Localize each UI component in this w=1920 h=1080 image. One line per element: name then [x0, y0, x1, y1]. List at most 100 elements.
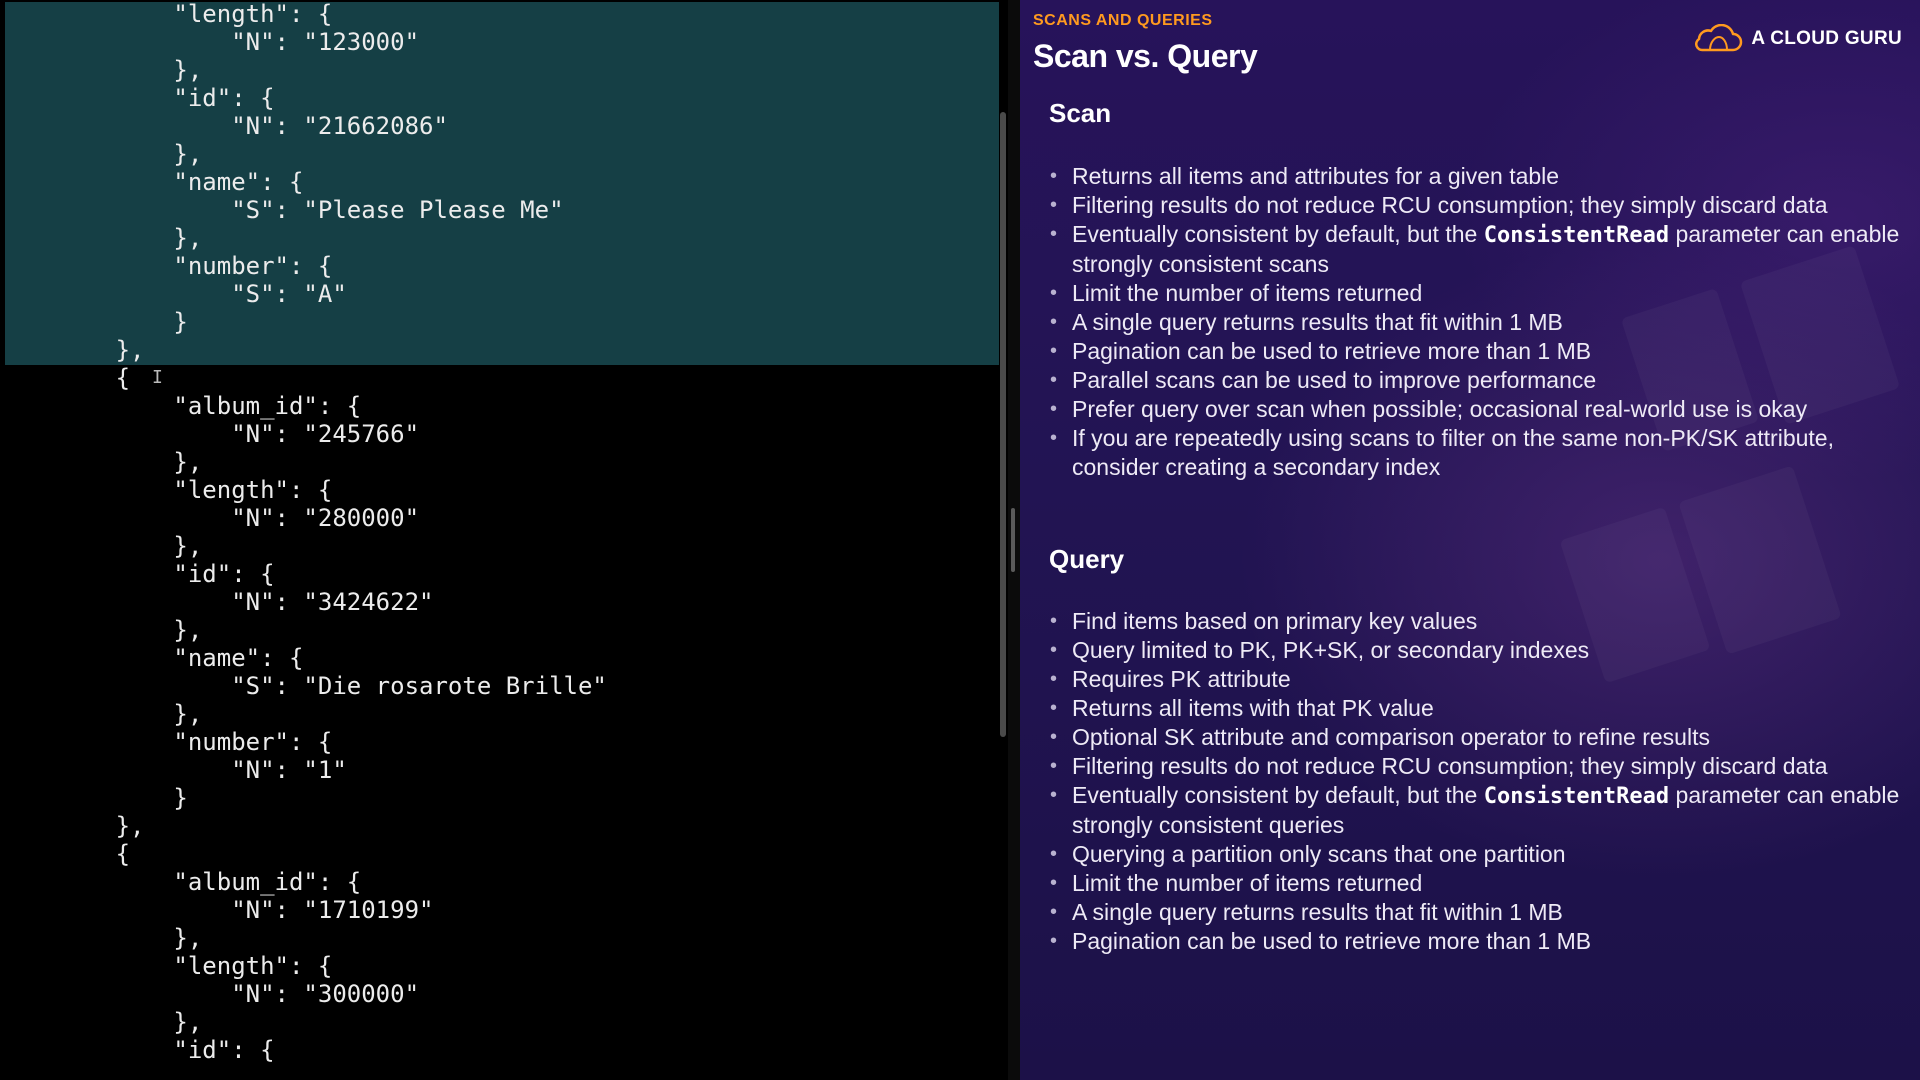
terminal-line: }, — [0, 1008, 203, 1036]
terminal-line: { — [0, 364, 131, 392]
bullet-icon: • — [1050, 610, 1058, 632]
terminal-line: "N": "123000" — [0, 28, 420, 56]
terminal-line: } — [0, 784, 188, 812]
terminal-line: "id": { — [0, 84, 275, 112]
scan-bullet-list: • Returns all items and attributes for a … — [1050, 162, 1912, 482]
bullet-text: Eventually consistent by default, but th… — [1072, 221, 1484, 247]
bullet-icon: • — [1050, 930, 1058, 952]
terminal-line: "N": "300000" — [0, 980, 420, 1008]
bullet-icon: • — [1050, 697, 1058, 719]
bullet-text: Querying a partition only scans that one… — [1072, 841, 1566, 867]
terminal-line: "id": { — [0, 1036, 275, 1064]
terminal-line: }, — [0, 336, 145, 364]
bullet-text: Parallel scans can be used to improve pe… — [1072, 367, 1597, 393]
query-bullet-list: • Find items based on primary key values •… — [1050, 607, 1912, 956]
bullet-text: Returns all items and attributes for a g… — [1072, 163, 1560, 189]
query-bullet-item: • Query limited to PK, PK+SK, or secondar… — [1050, 636, 1912, 665]
terminal-line: "length": { — [0, 0, 333, 28]
terminal-line: }, — [0, 140, 203, 168]
query-bullet-item: • Querying a partition only scans that on… — [1050, 840, 1912, 869]
query-bullet-item: • Optional SK attribute and comparison op… — [1050, 723, 1912, 752]
terminal-pane[interactable]: "length": { "N": "123000" }, "id": { "N"… — [0, 0, 1008, 1080]
terminal-line: "name": { — [0, 168, 304, 196]
query-bullet-item: • Limit the number of items returned — [1050, 869, 1912, 898]
bullet-text: Prefer query over scan when possible; oc… — [1072, 396, 1808, 422]
bullet-icon: • — [1050, 223, 1058, 245]
terminal-line: }, — [0, 700, 203, 728]
scan-bullet-item: • A single query returns results that fit… — [1050, 308, 1912, 337]
bullet-text: A single query returns results that fit … — [1072, 899, 1563, 925]
bullet-text: Returns all items with that PK value — [1072, 695, 1434, 721]
terminal-line: "N": "1710199" — [0, 896, 434, 924]
terminal-line: "length": { — [0, 476, 333, 504]
query-bullet-item: • Find items based on primary key values — [1050, 607, 1912, 636]
bullet-icon: • — [1050, 369, 1058, 391]
terminal-line: }, — [0, 812, 145, 840]
query-bullet-item: • Requires PK attribute — [1050, 665, 1912, 694]
scan-bullet-item: • Returns all items and attributes for a … — [1050, 162, 1912, 191]
bullet-text: Eventually consistent by default, but th… — [1072, 782, 1484, 808]
scan-bullet-item: • Filtering results do not reduce RCU con… — [1050, 191, 1912, 220]
bullet-icon: • — [1050, 311, 1058, 333]
terminal-line: "N": "21662086" — [0, 112, 448, 140]
divider-handle[interactable] — [1011, 508, 1015, 572]
bullet-icon: • — [1050, 784, 1058, 806]
scan-bullet-item: • Parallel scans can be used to improve p… — [1050, 366, 1912, 395]
query-bullet-item: • Pagination can be used to retrieve more… — [1050, 927, 1912, 956]
scan-bullet-item: • Pagination can be used to retrieve more… — [1050, 337, 1912, 366]
terminal-line: "S": "Die rosarote Brille" — [0, 672, 607, 700]
presentation-slide: SCANS AND QUERIES Scan vs. Query A CLOUD… — [1020, 0, 1920, 1080]
terminal-line: }, — [0, 532, 203, 560]
text-cursor-icon: I — [152, 367, 163, 388]
bullet-icon: • — [1050, 639, 1058, 661]
code-term: ConsistentRead — [1483, 223, 1670, 248]
pane-divider[interactable] — [1008, 0, 1020, 1080]
terminal-line: { — [0, 840, 131, 868]
bullet-icon: • — [1050, 872, 1058, 894]
terminal-line: "album_id": { — [0, 392, 362, 420]
scan-bullet-item: • Eventually consistent by default, but t… — [1050, 220, 1912, 279]
query-bullet-item: • Filtering results do not reduce RCU con… — [1050, 752, 1912, 781]
slide-eyebrow: SCANS AND QUERIES — [1033, 12, 1213, 29]
bullet-icon: • — [1050, 282, 1058, 304]
query-bullet-item: • Returns all items with that PK value — [1050, 694, 1912, 723]
scan-bullet-item: • If you are repeatedly using scans to fi… — [1050, 424, 1912, 482]
terminal-line: } — [0, 308, 188, 336]
terminal-line: }, — [0, 224, 203, 252]
bullet-text: Filtering results do not reduce RCU cons… — [1072, 753, 1828, 779]
terminal-output[interactable]: "length": { "N": "123000" }, "id": { "N"… — [0, 0, 607, 1064]
bullet-icon: • — [1050, 668, 1058, 690]
terminal-scrollbar[interactable] — [1000, 112, 1006, 737]
brand-name: A CLOUD GURU — [1751, 28, 1902, 49]
bullet-text: Filtering results do not reduce RCU cons… — [1072, 192, 1828, 218]
slide-title: Scan vs. Query — [1033, 38, 1258, 74]
bullet-icon: • — [1050, 755, 1058, 777]
scan-bullet-item: • Limit the number of items returned — [1050, 279, 1912, 308]
terminal-line: "S": "A" — [0, 280, 347, 308]
bullet-icon: • — [1050, 340, 1058, 362]
bullet-icon: • — [1050, 398, 1058, 420]
bullet-icon: • — [1050, 843, 1058, 865]
bullet-text: If you are repeatedly using scans to fil… — [1072, 425, 1834, 480]
brand-logo: A CLOUD GURU — [1693, 24, 1902, 54]
terminal-line: "id": { — [0, 560, 275, 588]
bullet-text: Find items based on primary key values — [1072, 608, 1478, 634]
bullet-icon: • — [1050, 901, 1058, 923]
bullet-icon: • — [1050, 427, 1058, 449]
terminal-line: "number": { — [0, 252, 333, 280]
bullet-text: Requires PK attribute — [1072, 666, 1291, 692]
bullet-icon: • — [1050, 165, 1058, 187]
bullet-text: Query limited to PK, PK+SK, or secondary… — [1072, 637, 1590, 663]
terminal-line: "N": "245766" — [0, 420, 420, 448]
bullet-text: Optional SK attribute and comparison ope… — [1072, 724, 1710, 750]
scan-bullet-item: • Prefer query over scan when possible; o… — [1050, 395, 1912, 424]
terminal-line: }, — [0, 56, 203, 84]
terminal-line: "name": { — [0, 644, 304, 672]
scan-heading: Scan — [1049, 98, 1112, 128]
terminal-line: }, — [0, 448, 203, 476]
bullet-text: Limit the number of items returned — [1072, 870, 1423, 896]
bullet-text: Pagination can be used to retrieve more … — [1072, 338, 1592, 364]
bullet-icon: • — [1050, 726, 1058, 748]
terminal-line: "N": "1" — [0, 756, 347, 784]
terminal-line: "N": "3424622" — [0, 588, 434, 616]
